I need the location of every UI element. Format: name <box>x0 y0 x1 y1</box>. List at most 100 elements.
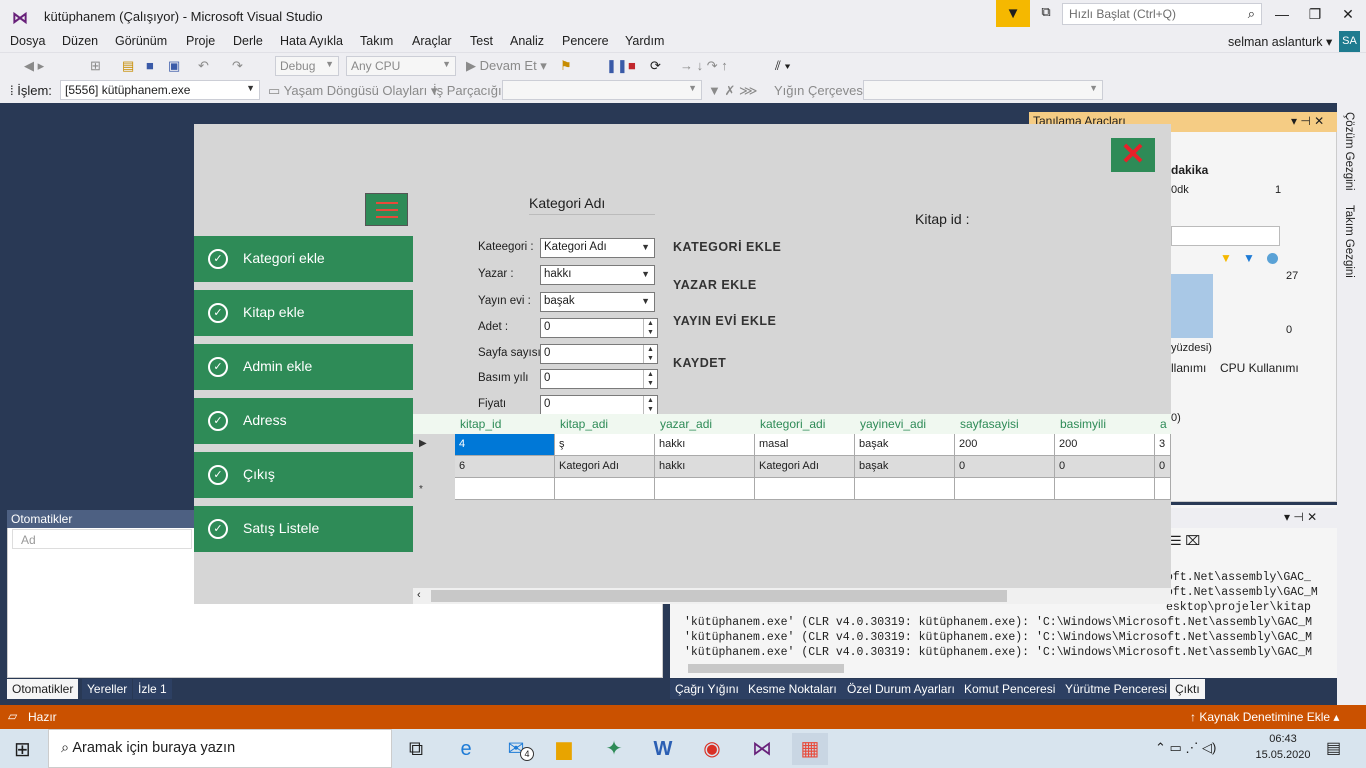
table-cell[interactable] <box>1155 478 1171 500</box>
table-cell[interactable]: başak <box>855 434 955 456</box>
yazar-select[interactable]: hakkı ▼ <box>540 265 655 285</box>
table-cell[interactable] <box>1055 478 1155 500</box>
table-cell[interactable]: 6 <box>455 456 555 478</box>
hot-reload-icon[interactable]: ⚑ <box>560 58 572 74</box>
app-icon[interactable]: ✦ <box>596 733 632 765</box>
menu-pencere[interactable]: Pencere <box>562 34 609 48</box>
column-header[interactable]: kitap_adi <box>560 417 608 431</box>
yazar-ekle-button[interactable]: YAZAR EKLE <box>673 278 757 292</box>
menu-derle[interactable]: Derle <box>233 34 263 48</box>
minimize-button[interactable]: — <box>1272 6 1292 24</box>
new-item-icon[interactable]: ⊞ <box>90 58 101 74</box>
sidebar-item-kategori-ekle[interactable]: ✓ Kategori ekle <box>194 236 413 282</box>
grid-hscrollbar[interactable]: ‹ <box>413 588 1171 604</box>
table-cell[interactable]: başak <box>855 456 955 478</box>
pause-icon[interactable]: ❚❚ <box>606 58 628 74</box>
tab-takim-gezgini[interactable]: Takım Gezgini <box>1343 205 1355 278</box>
kategori-ekle-button[interactable]: KATEGORİ EKLE <box>673 240 781 254</box>
menu-proje[interactable]: Proje <box>186 34 215 48</box>
quick-launch-input[interactable]: Hızlı Başlat (Ctrl+Q) ⌕ <box>1062 3 1262 25</box>
menu-dosya[interactable]: Dosya <box>10 34 45 48</box>
undo-icon[interactable]: ↶ <box>198 58 209 74</box>
sidebar-item-satis-listele[interactable]: ✓ Satış Listele <box>194 506 413 552</box>
menu-hata-ayikla[interactable]: Hata Ayıkla <box>280 34 343 48</box>
table-cell[interactable]: Kategori Adı <box>755 456 855 478</box>
config-select[interactable]: Debug ▼ <box>275 56 339 76</box>
menu-test[interactable]: Test <box>470 34 493 48</box>
file-explorer-icon[interactable]: ▆ <box>546 733 582 765</box>
sidebar-item-adress[interactable]: ✓ Adress <box>194 398 413 444</box>
tab-ozel-durum-ayarlari[interactable]: Özel Durum Ayarları <box>842 679 960 699</box>
column-header[interactable]: yayinevi_adi <box>860 417 926 431</box>
column-header[interactable]: yazar_adi <box>660 417 712 431</box>
menu-araclar[interactable]: Araçlar <box>412 34 452 48</box>
menu-takim[interactable]: Takım <box>360 34 393 48</box>
tab-cozum-gezgini[interactable]: Çözüm Gezgini <box>1343 112 1355 191</box>
source-control-button[interactable]: ↑ Kaynak Denetimine Ekle ▴ <box>1190 710 1339 724</box>
task-view-icon[interactable]: ⧉ <box>398 733 434 765</box>
taskbar-search[interactable]: ⌕ Aramak için buraya yazın <box>48 729 392 768</box>
table-cell[interactable] <box>755 478 855 500</box>
maximize-button[interactable]: ❐ <box>1305 6 1325 24</box>
table-cell[interactable]: 3 <box>1155 434 1171 456</box>
tab-yereller[interactable]: Yereller <box>82 679 133 699</box>
save-icon[interactable]: ■ <box>146 58 154 73</box>
restart-icon[interactable]: ⟳ <box>650 58 661 74</box>
column-header[interactable]: kitap_id <box>460 417 501 431</box>
tab-memory-usage[interactable]: llanımı <box>1171 361 1206 375</box>
table-cell[interactable]: 200 <box>1055 434 1155 456</box>
windows-start-icon[interactable]: ⊞ <box>14 737 31 762</box>
continue-button[interactable]: ▶ Devam Et ▾ <box>466 58 547 74</box>
menu-yardim[interactable]: Yardım <box>625 34 664 48</box>
open-folder-icon[interactable]: ▤ <box>122 58 134 74</box>
table-cell[interactable]: 200 <box>955 434 1055 456</box>
yayin-evi-ekle-button[interactable]: YAYIN EVİ EKLE <box>673 314 776 328</box>
column-header[interactable]: sayfasayisi <box>960 417 1019 431</box>
menu-duzen[interactable]: Düzen <box>62 34 98 48</box>
lifecycle-events-button[interactable]: ▭ Yaşam Döngüsü Olayları ▾ <box>268 83 437 99</box>
tab-kesme-noktalari[interactable]: Kesme Noktaları <box>743 679 842 699</box>
word-icon[interactable]: W <box>645 733 681 765</box>
tab-komut-penceresi[interactable]: Komut Penceresi <box>959 679 1061 699</box>
tab-cagri-yigini[interactable]: Çağrı Yığını <box>670 679 744 699</box>
column-header[interactable]: a <box>1160 417 1167 431</box>
table-cell[interactable] <box>555 478 655 500</box>
diag-search-box[interactable] <box>1171 226 1280 246</box>
diagnostics-icon[interactable]: ⫽ ▾ <box>775 58 791 74</box>
table-cell[interactable]: hakkı <box>655 456 755 478</box>
sayfa-sayisi-stepper[interactable]: 0 ▲ ▼ <box>540 344 658 364</box>
table-cell[interactable]: masal <box>755 434 855 456</box>
notifications-icon[interactable]: ▤ <box>1326 738 1341 758</box>
back-icon[interactable]: ◀ ▸ <box>24 58 44 74</box>
yayinevi-select[interactable]: başak ▼ <box>540 292 655 312</box>
table-cell[interactable]: ş <box>555 434 655 456</box>
clock[interactable]: 06:43 15.05.2020 <box>1248 731 1318 763</box>
table-cell[interactable] <box>455 478 555 500</box>
table-cell[interactable] <box>955 478 1055 500</box>
account-name[interactable]: selman aslanturk ▾ <box>1228 34 1332 49</box>
tab-cikti[interactable]: Çıktı <box>1170 679 1205 699</box>
menu-analiz[interactable]: Analiz <box>510 34 544 48</box>
column-header[interactable]: basimyili <box>1060 417 1106 431</box>
thread-select[interactable]: ▼ <box>502 80 702 100</box>
sidebar-item-kitap-ekle[interactable]: ✓ Kitap ekle <box>194 290 413 336</box>
table-cell[interactable]: hakkı <box>655 434 755 456</box>
stackframe-select[interactable]: ▼ <box>863 80 1103 100</box>
pin-icons[interactable]: ▾ ⊣ ✕ <box>1284 510 1317 524</box>
adet-stepper[interactable]: 0 ▲ ▼ <box>540 318 658 338</box>
scrollbar-thumb[interactable] <box>431 590 1007 602</box>
menu-gorunum[interactable]: Görünüm <box>115 34 167 48</box>
spin-arrows-icon[interactable]: ▲ ▼ <box>643 370 657 388</box>
redo-icon[interactable]: ↷ <box>232 58 243 74</box>
feedback-icon[interactable]: ⧉ <box>1036 4 1056 24</box>
avatar[interactable]: SA <box>1339 31 1360 52</box>
chrome-icon[interactable]: ◉ <box>694 733 730 765</box>
table-cell[interactable]: 4 <box>455 434 555 456</box>
spin-arrows-icon[interactable]: ▲ ▼ <box>643 345 657 363</box>
menu-toggle-icon[interactable] <box>365 193 408 226</box>
autos-search-input[interactable]: Ad <box>12 529 192 549</box>
edge-icon[interactable]: e <box>448 733 484 765</box>
output-hscrollbar[interactable] <box>688 664 844 673</box>
basim-yili-stepper[interactable]: 0 ▲ ▼ <box>540 369 658 389</box>
spin-arrows-icon[interactable]: ▲ ▼ <box>643 319 657 337</box>
